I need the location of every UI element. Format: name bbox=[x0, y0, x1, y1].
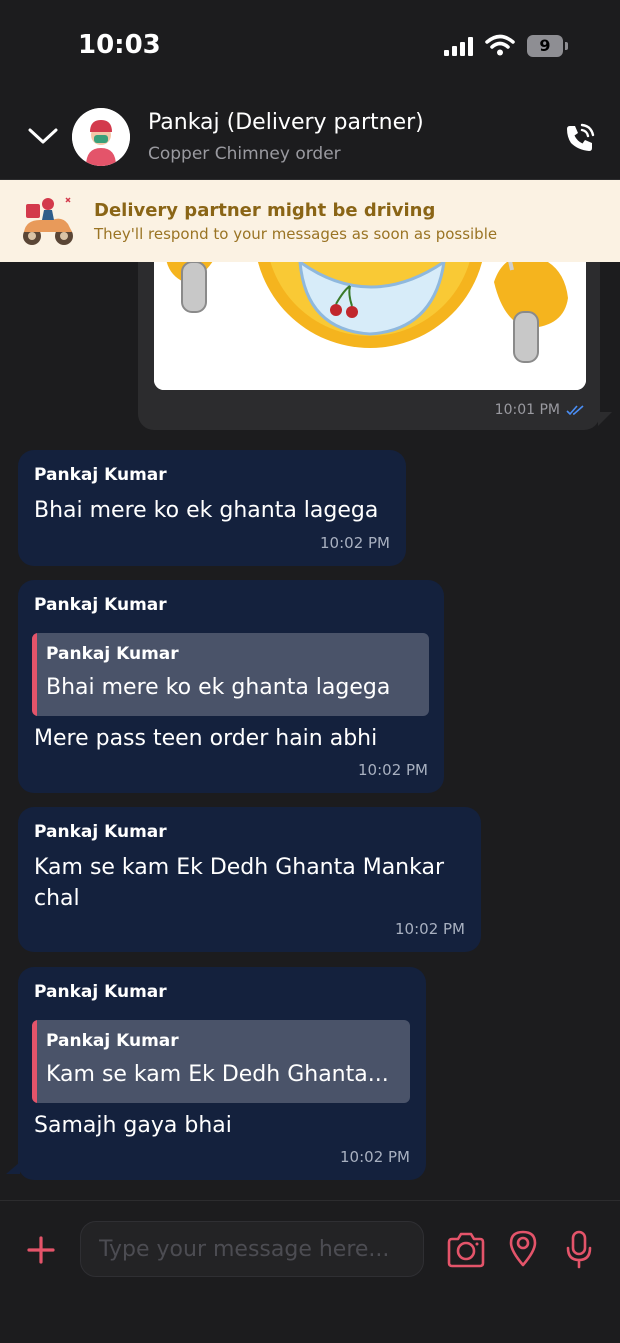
banner-subtitle: They'll respond to your messages as soon… bbox=[94, 225, 498, 243]
signal-icon bbox=[444, 36, 474, 56]
quote-accent-bar bbox=[32, 633, 37, 716]
bubble-tail bbox=[6, 1162, 20, 1174]
sticker-message[interactable]: 10:01 PM bbox=[138, 262, 600, 430]
message-bubble[interactable]: Pankaj Kumar Bhai mere ko ek ghanta lage… bbox=[18, 450, 406, 566]
message-sender: Pankaj Kumar bbox=[34, 595, 167, 615]
microphone-icon[interactable] bbox=[564, 1229, 594, 1269]
message-time: 10:02 PM bbox=[340, 1148, 410, 1166]
camera-icon[interactable] bbox=[445, 1231, 487, 1269]
message-text: Bhai mere ko ek ghanta lagega bbox=[34, 498, 379, 523]
message-bubble[interactable]: Pankaj Kumar Pankaj Kumar Kam se kam Ek … bbox=[18, 967, 426, 1180]
banner-title: Delivery partner might be driving bbox=[94, 200, 436, 221]
quote-accent-bar bbox=[32, 1020, 37, 1103]
status-bar: 10:03 9 bbox=[0, 0, 620, 92]
chat-header: Pankaj (Delivery partner) Copper Chimney… bbox=[0, 92, 620, 180]
quote-text: Kam se kam Ek Dedh Ghanta... bbox=[46, 1062, 389, 1087]
delivery-partner-avatar-icon bbox=[72, 108, 130, 166]
message-input-bar bbox=[0, 1200, 620, 1343]
driving-banner: Delivery partner might be driving They'l… bbox=[0, 180, 620, 262]
message-bubble[interactable]: Pankaj Kumar Pankaj Kumar Bhai mere ko e… bbox=[18, 580, 444, 793]
message-time: 10:01 PM bbox=[494, 402, 560, 418]
sticker-image[interactable] bbox=[154, 262, 586, 390]
wifi-icon bbox=[485, 34, 515, 56]
message-time: 10:02 PM bbox=[320, 534, 390, 552]
scooter-icon bbox=[23, 197, 73, 245]
message-text: Mere pass teen order hain abhi bbox=[34, 726, 378, 751]
avatar[interactable] bbox=[72, 108, 130, 166]
bubble-tail bbox=[598, 412, 612, 426]
order-subtitle: Copper Chimney order bbox=[148, 144, 341, 164]
phone-call-icon[interactable] bbox=[562, 120, 598, 156]
message-bubble[interactable]: Pankaj Kumar Kam se kam Ek Dedh Ghanta M… bbox=[18, 807, 481, 952]
message-time: 10:02 PM bbox=[358, 761, 428, 779]
message-text-line-2: chal bbox=[34, 886, 80, 911]
message-sender: Pankaj Kumar bbox=[34, 465, 167, 485]
double-check-icon bbox=[566, 405, 584, 416]
quote-sender: Pankaj Kumar bbox=[46, 644, 179, 664]
status-time: 10:03 bbox=[78, 30, 161, 60]
contact-name[interactable]: Pankaj (Delivery partner) bbox=[148, 110, 424, 135]
message-text: Samajh gaya bhai bbox=[34, 1113, 232, 1138]
location-pin-icon[interactable] bbox=[506, 1229, 540, 1267]
plus-icon[interactable] bbox=[26, 1235, 56, 1265]
quote-sender: Pankaj Kumar bbox=[46, 1031, 179, 1051]
quoted-message[interactable]: Pankaj Kumar Kam se kam Ek Dedh Ghanta..… bbox=[32, 1020, 410, 1103]
battery-nub bbox=[565, 42, 568, 50]
message-time: 10:02 PM bbox=[395, 920, 465, 938]
emoji-sticker-icon bbox=[154, 262, 586, 390]
quote-text: Bhai mere ko ek ghanta lagega bbox=[46, 675, 391, 700]
chat-area[interactable]: 10:01 PM Pankaj Kumar Bhai mere ko ek gh… bbox=[0, 262, 620, 1200]
message-sender: Pankaj Kumar bbox=[34, 822, 167, 842]
chevron-down-icon[interactable] bbox=[26, 124, 60, 148]
message-input[interactable] bbox=[80, 1221, 424, 1277]
message-text-line-1: Kam se kam Ek Dedh Ghanta Mankar bbox=[34, 855, 445, 880]
quoted-message[interactable]: Pankaj Kumar Bhai mere ko ek ghanta lage… bbox=[32, 633, 429, 716]
battery-indicator: 9 bbox=[527, 35, 563, 57]
message-sender: Pankaj Kumar bbox=[34, 982, 167, 1002]
